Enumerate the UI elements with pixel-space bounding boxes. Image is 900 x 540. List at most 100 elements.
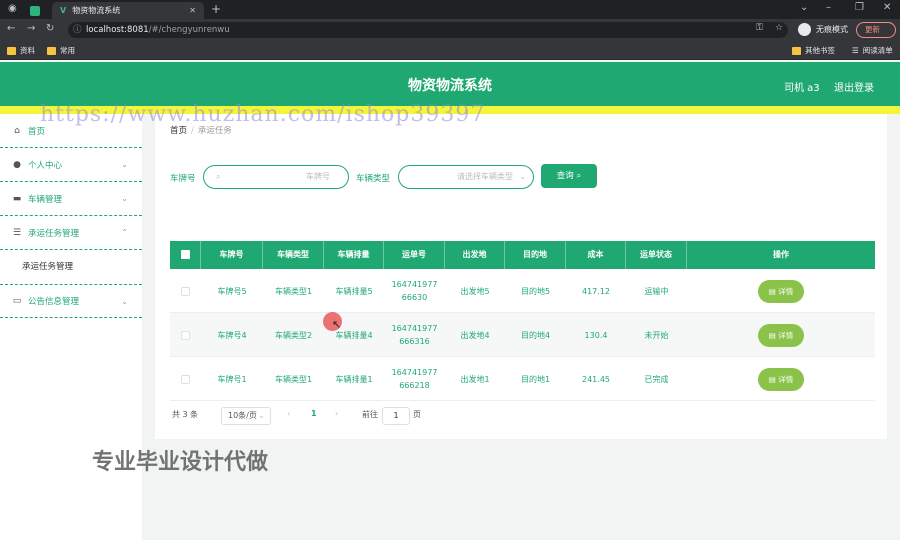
row-checkbox[interactable] <box>181 330 190 340</box>
list-icon: ☰ <box>12 227 22 238</box>
select-all-cell[interactable] <box>170 241 201 269</box>
search-icon: ⌕ <box>216 172 221 181</box>
select-all-checkbox[interactable] <box>180 250 190 259</box>
url-path: /#/chengyunrenwu <box>148 25 230 35</box>
reading-list-icon: ☰ <box>852 46 859 55</box>
breadcrumb-home[interactable]: 首页 <box>170 126 187 136</box>
bookmark-folder-2[interactable]: 常用 <box>47 45 75 56</box>
new-tab-icon[interactable]: + <box>211 2 221 16</box>
minimize-icon[interactable]: – <box>826 2 831 13</box>
vue-icon: V <box>60 6 67 15</box>
cell-waybill: 164741977 66630 <box>384 269 445 313</box>
tab-search-icon[interactable]: ⌄ <box>800 2 808 13</box>
reload-icon[interactable]: ↻ <box>46 23 54 34</box>
url-host: localhost:8081 <box>86 25 149 35</box>
page-unit-label: 页 <box>413 410 421 419</box>
cell-from: 出发地4 <box>460 330 490 340</box>
bookmark-label: 其他书签 <box>805 46 835 55</box>
bookmark-label: 常用 <box>60 46 75 55</box>
sidebar-item-label: 车辆管理 <box>28 194 63 205</box>
sidebar-item-profile[interactable]: ● 个人中心 ⌄ <box>0 148 142 182</box>
column-header: 目的地 <box>505 241 566 269</box>
page-size-value: 10条/页 <box>228 411 257 420</box>
prev-page-button[interactable]: ‹ <box>287 409 290 418</box>
reading-list[interactable]: ☰ 阅读清单 <box>852 45 893 56</box>
tab-favicon <box>30 5 40 16</box>
detail-label: 详情 <box>778 286 794 296</box>
breadcrumb-separator: / <box>191 126 194 136</box>
page-number-current[interactable]: 1 <box>311 409 317 418</box>
table-row: 车牌号5 车辆类型1 车辆排量5 164741977 66630 出发地5 目的地… <box>170 269 875 313</box>
other-bookmarks[interactable]: 其他书签 <box>792 45 835 56</box>
detail-button[interactable]: ▤ 详情 <box>758 323 804 347</box>
sidebar-item-label: 公告信息管理 <box>28 297 80 307</box>
page-size-select[interactable]: 10条/页 ⌄ <box>221 407 271 425</box>
key-icon[interactable]: ⚿ <box>756 23 763 33</box>
waybill-line-1: 164741977 <box>391 368 438 377</box>
chat-icon: ▭ <box>12 296 22 306</box>
sidebar-item-vehicles[interactable]: ▬ 车辆管理 ⌄ <box>0 182 142 216</box>
tab-close-icon[interactable]: ✕ <box>189 6 196 15</box>
info-icon: ⓘ <box>73 25 82 35</box>
user-icon: ● <box>13 159 21 170</box>
home-icon: ⌂ <box>14 125 20 136</box>
row-checkbox[interactable] <box>181 286 190 296</box>
detail-label: 详情 <box>778 330 794 340</box>
document-icon: ▤ <box>768 286 776 296</box>
sidebar-subitem-tasks[interactable]: 承运任务管理 <box>0 250 142 284</box>
column-header: 操作 <box>773 250 789 259</box>
url-field[interactable]: ⓘ localhost:8081/#/chengyunrenwu <box>68 22 788 38</box>
tab-title: 物资物流系统 <box>72 6 121 15</box>
search-button[interactable]: 查询 ⌕ <box>541 164 597 188</box>
detail-button[interactable]: ▤ 详情 <box>758 367 804 391</box>
table-row: 车牌号1 车辆类型1 车辆排量1 164741977 666218 出发地1 目的… <box>170 357 875 401</box>
plate-placeholder: 车牌号 <box>306 172 330 181</box>
cell-cost: 130.4 <box>584 330 608 340</box>
mouse-cursor-icon: ↖ <box>332 318 342 331</box>
detail-button[interactable]: ▤ 详情 <box>758 279 804 303</box>
browser-tab-active[interactable]: V 物资物流系统 ✕ <box>52 2 204 19</box>
waybill-line-1: 164741977 <box>391 280 438 289</box>
folder-icon <box>47 46 56 55</box>
plate-label: 车牌号 <box>170 174 196 184</box>
cell-displacement: 车辆排量1 <box>335 374 373 384</box>
restore-icon[interactable]: ❐ <box>855 2 864 13</box>
cell-from: 出发地1 <box>460 374 490 384</box>
sidebar-item-notices[interactable]: ▭ 公告信息管理 ⌄ <box>0 284 142 318</box>
cell-status: 未开始 <box>644 330 669 340</box>
column-header: 出发地 <box>445 241 505 269</box>
vehicle-type-label: 车辆类型 <box>356 174 391 184</box>
bookmark-folder-1[interactable]: 资料 <box>7 45 35 56</box>
chevron-down-icon: ⌄ <box>258 411 265 420</box>
waybill-line-2: 66630 <box>401 293 428 302</box>
row-checkbox[interactable] <box>181 374 190 384</box>
search-button-label: 查询 <box>556 171 574 181</box>
cell-displacement: 车辆排量5 <box>335 286 373 296</box>
waybill-line-2: 666218 <box>399 381 430 390</box>
sidebar: ⌂ 首页 ● 个人中心 ⌄ ▬ 车辆管理 ⌄ ☰ 承运任务管理 ⌃ 承运任务管理… <box>0 114 142 540</box>
globe-icon[interactable]: ◉ <box>8 3 17 14</box>
column-header: 车辆类型 <box>263 241 324 269</box>
chevron-down-icon: ⌄ <box>121 296 128 306</box>
promo-watermark: 专业毕业设计代做 <box>92 450 269 475</box>
plate-input[interactable]: ⌕ 车牌号 <box>203 165 349 189</box>
forward-icon[interactable]: → <box>27 23 35 34</box>
cell-waybill: 164741977 666316 <box>384 313 445 357</box>
chevron-down-icon: ⌄ <box>519 172 526 181</box>
next-page-button[interactable]: › <box>335 409 338 418</box>
browser-tab-bar: ◉ V 物资物流系统 ✕ + ⌄ – ❐ ✕ <box>0 0 900 19</box>
close-window-icon[interactable]: ✕ <box>883 2 891 13</box>
vehicle-type-select[interactable]: 请选择车辆类型 ⌄ <box>398 165 534 189</box>
back-icon[interactable]: ← <box>7 23 15 34</box>
browser-tab-inactive[interactable] <box>30 2 46 19</box>
star-icon[interactable]: ☆ <box>775 23 783 33</box>
incognito-icon <box>798 23 811 36</box>
column-header: 运单状态 <box>626 241 687 269</box>
goto-page-input[interactable]: 1 <box>382 407 410 425</box>
cell-to: 目的地5 <box>520 286 551 296</box>
update-button[interactable]: 更新 <box>856 22 896 38</box>
table-header: 车牌号 车辆类型 车辆排量 运单号 出发地 目的地 成本 运单状态 操作 <box>170 241 875 269</box>
column-header: 成本 <box>566 241 626 269</box>
logout-button[interactable]: 退出登录 <box>834 79 874 94</box>
sidebar-item-tasks[interactable]: ☰ 承运任务管理 ⌃ <box>0 216 142 250</box>
